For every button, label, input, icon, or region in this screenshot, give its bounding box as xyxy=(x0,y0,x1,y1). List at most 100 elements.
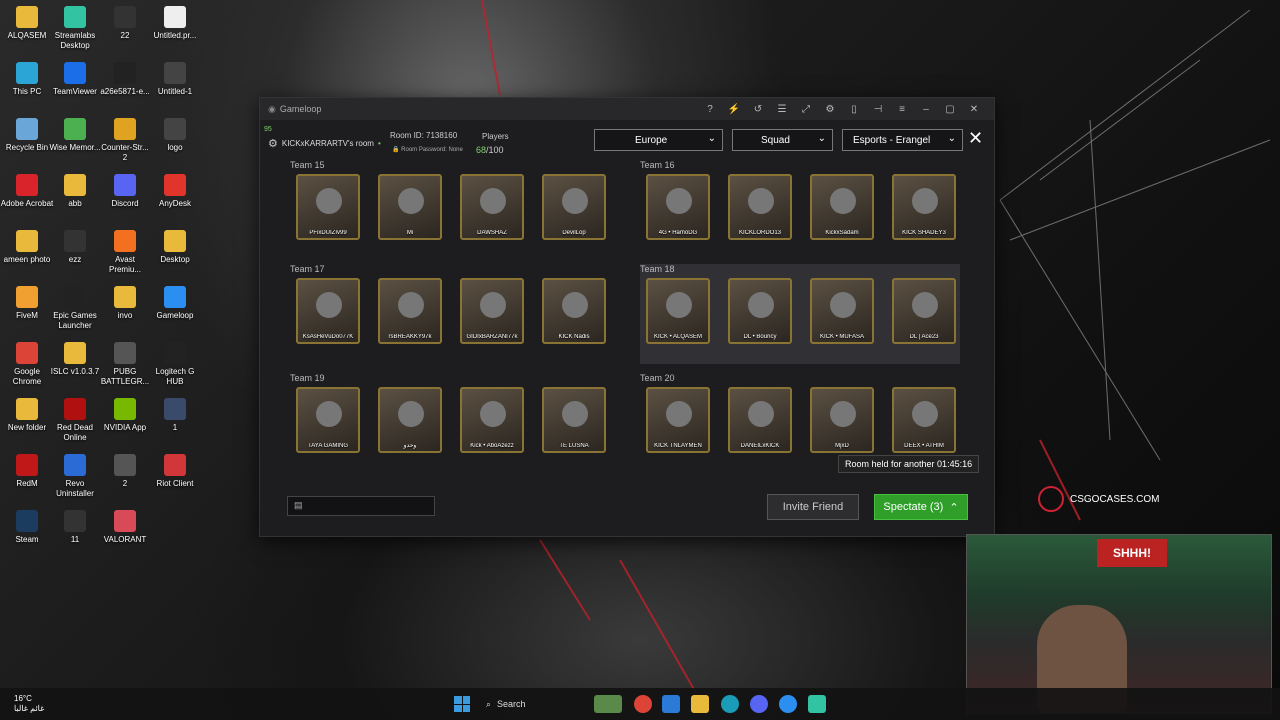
refresh-icon[interactable]: ↺ xyxy=(746,104,770,115)
desktop-icon[interactable]: logo xyxy=(148,118,202,153)
player-slot[interactable]: TE LUSNA xyxy=(542,387,606,453)
desktop-icon[interactable]: Wise Memor... xyxy=(48,118,102,153)
desktop-icon[interactable]: Riot Client xyxy=(148,454,202,489)
close-room-icon[interactable]: ✕ xyxy=(968,128,983,149)
maximize-icon[interactable]: ▢ xyxy=(938,104,962,115)
desktop-icon[interactable]: Red Dead Online xyxy=(48,398,102,443)
desktop-icon[interactable]: 2 xyxy=(98,454,152,489)
region-dropdown[interactable]: Europe ⌄ xyxy=(594,129,723,151)
start-button-icon[interactable] xyxy=(454,696,470,712)
desktop-icon[interactable]: 11 xyxy=(48,510,102,545)
desktop-icon[interactable]: Untitled.pr... xyxy=(148,6,202,41)
close-window-icon[interactable]: ✕ xyxy=(962,104,986,115)
desktop-icon-label: Avast Premiu... xyxy=(108,255,141,274)
player-slot[interactable]: PFixDUIZIv99 xyxy=(296,174,360,240)
player-slot[interactable]: DAWSHAZ xyxy=(460,174,524,240)
hamburger-icon[interactable]: ≡ xyxy=(890,104,914,115)
avatar-icon xyxy=(666,401,692,427)
player-slot[interactable]: Kick • AboAzezz xyxy=(460,387,524,453)
desktop-icon[interactable]: This PC xyxy=(0,62,54,97)
desktop-icon-label: Google Chrome xyxy=(12,367,42,386)
desktop-icon[interactable]: Adobe Acrobat xyxy=(0,174,54,209)
player-slot[interactable]: MjxD xyxy=(810,387,874,453)
player-slot[interactable]: KICK • ALQASEM xyxy=(646,278,710,344)
avatar-icon xyxy=(480,188,506,214)
desktop-icon[interactable]: ezz xyxy=(48,230,102,265)
fullscreen-icon[interactable]: ⤢ xyxy=(794,104,818,115)
weather-widget[interactable]: 16°C غائم غالبا xyxy=(14,694,44,714)
desktop-icon[interactable]: Google Chrome xyxy=(0,342,54,387)
desktop-icon[interactable]: Recycle Bin xyxy=(0,118,54,153)
player-slot[interactable]: KICK Nadis xyxy=(542,278,606,344)
invite-friend-button[interactable]: Invite Friend xyxy=(767,494,859,520)
desktop-icon[interactable]: Logitech G HUB xyxy=(148,342,202,387)
desktop-icon[interactable]: 22 xyxy=(98,6,152,41)
desktop-icon[interactable]: Epic Games Launcher xyxy=(48,286,102,331)
player-slot[interactable]: DANEILxKICK xyxy=(728,387,792,453)
mode-dropdown[interactable]: Squad ⌄ xyxy=(732,129,833,151)
explorer-icon[interactable] xyxy=(691,695,709,713)
boost-icon[interactable]: ⚡ xyxy=(722,104,746,115)
desktop-icon[interactable]: ISLC v1.0.3.7 xyxy=(48,342,102,377)
chrome-taskbar-icon[interactable] xyxy=(634,695,652,713)
player-slot[interactable]: DevilLop xyxy=(542,174,606,240)
settings-icon[interactable]: ⚙ xyxy=(818,104,842,115)
player-slot[interactable]: TAYA GAMING xyxy=(296,387,360,453)
help-icon[interactable]: ? xyxy=(698,104,722,115)
gear-icon[interactable]: ⚙ xyxy=(268,137,278,150)
desktop-icon[interactable]: NVIDIA App xyxy=(98,398,152,433)
store-icon[interactable] xyxy=(662,695,680,713)
menu-list-icon[interactable]: ☰ xyxy=(770,104,794,115)
desktop-icon[interactable]: Untitled-1 xyxy=(148,62,202,97)
map-dropdown[interactable]: Esports - Erangel ⌄ xyxy=(842,129,963,151)
player-slot[interactable]: DEEX • ATHIM xyxy=(892,387,956,453)
desktop-icon[interactable]: New folder xyxy=(0,398,54,433)
chat-input[interactable]: ▤ xyxy=(287,496,435,516)
desktop-icon[interactable]: Discord xyxy=(98,174,152,209)
sidebar-toggle-icon[interactable]: ▯ xyxy=(842,104,866,115)
desktop-icon[interactable]: 1 xyxy=(148,398,202,433)
desktop-icon[interactable]: Revo Uninstaller xyxy=(48,454,102,499)
pin-icon[interactable]: ⊣ xyxy=(866,104,890,115)
desktop-icon[interactable]: invo xyxy=(98,286,152,321)
player-slot[interactable]: KickxSadam xyxy=(810,174,874,240)
desktop-icon[interactable]: FiveM xyxy=(0,286,54,321)
player-slot[interactable]: KICK • MUFASA xyxy=(810,278,874,344)
desktop-icon[interactable]: VALORANT xyxy=(98,510,152,545)
edge-icon[interactable] xyxy=(721,695,739,713)
desktop-icon[interactable]: Steam xyxy=(0,510,54,545)
player-slot[interactable]: DL • Bouncy xyxy=(728,278,792,344)
spectate-button[interactable]: Spectate (3) ⌃ xyxy=(874,494,968,520)
desktop-icon[interactable]: ALQASEM xyxy=(0,6,54,41)
player-slot[interactable]: KICK SHADEY3 xyxy=(892,174,956,240)
player-slot[interactable]: وحدو xyxy=(378,387,442,453)
taskbar-search[interactable]: ⌕ Search xyxy=(480,695,590,713)
streamlabs-taskbar-icon[interactable] xyxy=(808,695,826,713)
mode-value: Squad xyxy=(761,134,790,146)
minimize-icon[interactable]: – xyxy=(914,104,938,115)
desktop-icon[interactable]: Counter-Str... 2 xyxy=(98,118,152,163)
desktop-icon[interactable]: RedM xyxy=(0,454,54,489)
desktop-icon[interactable]: TeamViewer xyxy=(48,62,102,97)
widgets-icon[interactable] xyxy=(594,695,622,713)
desktop-icon[interactable]: Gameloop xyxy=(148,286,202,321)
player-slot[interactable]: rsBREAKKY97k xyxy=(378,278,442,344)
gameloop-taskbar-icon[interactable] xyxy=(779,695,797,713)
player-slot[interactable]: 4G • HamoDG xyxy=(646,174,710,240)
desktop-icon[interactable]: Avast Premiu... xyxy=(98,230,152,275)
player-slot[interactable]: KICKLORDO13 xyxy=(728,174,792,240)
desktop-icon[interactable]: PUBG BATTLEGR... xyxy=(98,342,152,387)
desktop-icon[interactable]: Streamlabs Desktop xyxy=(48,6,102,51)
player-slot[interactable]: KsAsHeVuDo077K xyxy=(296,278,360,344)
desktop-icon[interactable]: abb xyxy=(48,174,102,209)
desktop-icon[interactable]: Desktop xyxy=(148,230,202,265)
player-slot[interactable]: KICK TNLAYMEN xyxy=(646,387,710,453)
player-slot[interactable]: Mi xyxy=(378,174,442,240)
player-slot[interactable]: DL | Ace23 xyxy=(892,278,956,344)
discord-taskbar-icon[interactable] xyxy=(750,695,768,713)
desktop-icon[interactable]: AnyDesk xyxy=(148,174,202,209)
desktop-icon[interactable]: a26e5871-e... xyxy=(98,62,152,97)
desktop-icon[interactable]: ameen photo xyxy=(0,230,54,265)
player-slot[interactable]: GIDIxBARZANI77k xyxy=(460,278,524,344)
desktop-icon-label: Recycle Bin xyxy=(5,143,49,152)
